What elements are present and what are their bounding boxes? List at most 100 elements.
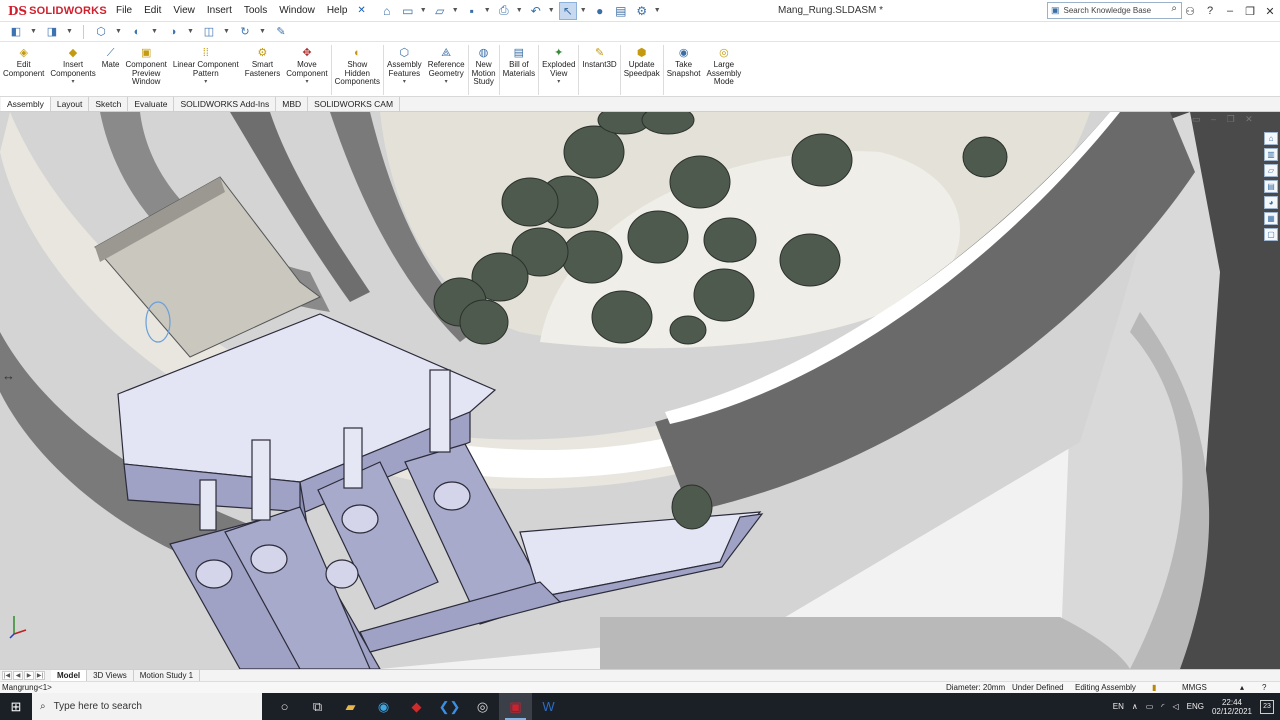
- ribbon-linear-pattern[interactable]: ⁞⁞ Linear Component Pattern ▾: [170, 42, 242, 86]
- rebuild-icon[interactable]: ◧: [8, 25, 24, 39]
- chevron-down-icon[interactable]: ▼: [66, 28, 74, 35]
- ribbon-move-component[interactable]: ✥ Move Component ▾: [283, 42, 330, 86]
- tab-evaluate[interactable]: Evaluate: [128, 97, 175, 111]
- ribbon-component-preview[interactable]: ▣ Component Preview Window: [123, 42, 170, 87]
- design-library-icon[interactable]: ▥: [1264, 148, 1278, 161]
- taskbar-clock[interactable]: 22:44 02/12/2021: [1212, 698, 1252, 716]
- ribbon-edit-component[interactable]: ◈ Edit Component: [0, 42, 47, 78]
- user-icon[interactable]: ⚇: [1180, 5, 1200, 18]
- wifi-icon[interactable]: ◜: [1161, 702, 1164, 711]
- chevron-down-icon[interactable]: ▾: [557, 78, 560, 86]
- chevron-down-icon[interactable]: ▼: [484, 7, 492, 14]
- prev-tab-icon[interactable]: ◀: [13, 671, 23, 680]
- chevron-down-icon[interactable]: ▼: [115, 28, 123, 35]
- restore-icon[interactable]: ❐: [1240, 5, 1260, 18]
- options-gear-icon[interactable]: ⚙: [633, 2, 651, 20]
- ribbon-instant3d[interactable]: ✎ Instant3D: [579, 42, 619, 70]
- tab-sketch[interactable]: Sketch: [89, 97, 129, 111]
- solidworks-resources-icon[interactable]: ⌂: [1264, 132, 1278, 145]
- chevron-up-icon[interactable]: ∧: [1132, 702, 1138, 711]
- chevron-down-icon[interactable]: ▾: [445, 78, 448, 86]
- open-folder-icon[interactable]: ▱: [431, 2, 449, 20]
- chevron-down-icon[interactable]: ▾: [72, 78, 75, 86]
- custom-properties-icon[interactable]: ▦: [1264, 212, 1278, 225]
- tab-assembly[interactable]: Assembly: [1, 97, 51, 111]
- ribbon-insert-components[interactable]: ◆ Insert Components ▾: [47, 42, 98, 86]
- help-icon[interactable]: ?: [1200, 5, 1220, 17]
- menu-window[interactable]: Window: [273, 0, 321, 22]
- sketch-tool-icon[interactable]: ✎: [273, 25, 289, 39]
- viewport-split-icon[interactable]: ▭: [1192, 114, 1201, 124]
- file-explorer-icon[interactable]: ▰: [334, 693, 367, 720]
- ribbon-reference-geometry[interactable]: ⟁ Reference Geometry ▾: [425, 42, 468, 86]
- chrome-icon[interactable]: ◎: [466, 693, 499, 720]
- taskbar-search-input[interactable]: Type here to search: [54, 701, 142, 712]
- windows-start-icon[interactable]: ⊞: [0, 693, 32, 720]
- ribbon-assembly-features[interactable]: ⬡ Assembly Features ▾: [384, 42, 425, 86]
- search-input[interactable]: Search Knowledge Base: [1064, 6, 1152, 15]
- menu-edit[interactable]: Edit: [138, 0, 167, 22]
- volume-icon[interactable]: ◁: [1172, 702, 1178, 711]
- status-help-icon[interactable]: ?: [1262, 683, 1266, 692]
- chevron-down-icon[interactable]: ▼: [654, 7, 662, 14]
- tab-layout[interactable]: Layout: [51, 97, 90, 111]
- minimize-icon[interactable]: –: [1220, 5, 1240, 17]
- edge-browser-icon[interactable]: ◉: [367, 693, 400, 720]
- chevron-down-icon[interactable]: ▼: [30, 28, 38, 35]
- view-palette-icon[interactable]: ▤: [1264, 180, 1278, 193]
- home-icon[interactable]: ⌂: [378, 2, 396, 20]
- chevron-down-icon[interactable]: ▼: [516, 7, 524, 14]
- viewport-close-icon[interactable]: ✕: [1245, 114, 1253, 124]
- menu-file[interactable]: File: [110, 0, 138, 22]
- chevron-down-icon[interactable]: ▼: [580, 7, 588, 14]
- close-icon[interactable]: ✕: [1260, 5, 1280, 18]
- search-icon[interactable]: ⌕: [1171, 3, 1177, 14]
- ribbon-take-snapshot[interactable]: ◉ Take Snapshot: [664, 42, 704, 78]
- resize-handle-icon[interactable]: ↔: [2, 368, 15, 383]
- ribbon-show-hidden[interactable]: ◐ Show Hidden Components: [332, 42, 383, 87]
- tab-solidworks-addins[interactable]: SOLIDWORKS Add-Ins: [174, 97, 277, 111]
- section-view-icon[interactable]: ◫: [201, 25, 217, 39]
- menu-insert[interactable]: Insert: [201, 0, 238, 22]
- chevron-down-icon[interactable]: ▼: [452, 7, 460, 14]
- undo-icon[interactable]: ↶: [527, 2, 545, 20]
- car-app-icon[interactable]: ◆: [400, 693, 433, 720]
- rebuild-status-icon[interactable]: ▮: [1152, 683, 1156, 692]
- taskbar-search[interactable]: ⌕ Type here to search: [32, 693, 262, 720]
- notification-center-icon[interactable]: 23: [1260, 699, 1274, 714]
- ribbon-update-speedpak[interactable]: ⬢ Update Speedpak: [621, 42, 663, 78]
- display-style-icon[interactable]: ◨: [44, 25, 60, 39]
- cortana-icon[interactable]: ○: [268, 693, 301, 720]
- ribbon-mate[interactable]: ⟋ Mate: [99, 42, 123, 70]
- file-explorer-icon[interactable]: ▱: [1264, 164, 1278, 177]
- task-view-icon[interactable]: ⧉: [301, 693, 334, 720]
- last-tab-icon[interactable]: ▶|: [35, 671, 45, 680]
- next-tab-icon[interactable]: ▶: [24, 671, 34, 680]
- ribbon-large-assembly-mode[interactable]: ◎ Large Assembly Mode: [704, 42, 745, 87]
- traffic-light-icon[interactable]: ●: [591, 2, 609, 20]
- chevron-down-icon[interactable]: ▼: [223, 28, 231, 35]
- chevron-down-icon[interactable]: ▼: [420, 7, 428, 14]
- new-document-icon[interactable]: ▭: [399, 2, 417, 20]
- tab-mbd[interactable]: MBD: [276, 97, 309, 111]
- word-icon[interactable]: W: [532, 693, 565, 720]
- ribbon-new-motion-study[interactable]: ◍ New Motion Study: [469, 42, 499, 87]
- menu-tools[interactable]: Tools: [238, 0, 273, 22]
- tab-model[interactable]: Model: [51, 670, 88, 681]
- solidworks-taskbar-icon[interactable]: ▣: [499, 693, 532, 720]
- viewport-restore-icon[interactable]: ❐: [1227, 114, 1235, 124]
- tab-3d-views[interactable]: 3D Views: [87, 670, 134, 681]
- graphics-viewport[interactable]: ⌕ ⊕ ↺ ◫ ⬡ ◧ ◐ ◑ ◒ ▦ ▭ – ❐ ✕ ⌂ ▥ ▱ ▤ ◕ ▦ …: [0, 112, 1280, 669]
- appearances-icon[interactable]: ◕: [1264, 196, 1278, 209]
- chevron-down-icon[interactable]: ▾: [403, 78, 406, 86]
- chevron-down-icon[interactable]: ▼: [259, 28, 267, 35]
- print-icon[interactable]: ⎙: [495, 2, 513, 20]
- ribbon-bill-of-materials[interactable]: ▤ Bill of Materials: [500, 42, 538, 78]
- language-en[interactable]: EN: [1113, 702, 1124, 711]
- solidworks-logo[interactable]: DS SOLIDWORKS: [0, 4, 110, 18]
- viewport-minimize-icon[interactable]: –: [1211, 114, 1216, 124]
- file-properties-icon[interactable]: ▤: [612, 2, 630, 20]
- rotate-view-icon[interactable]: ↻: [237, 25, 253, 39]
- visual-studio-code-icon[interactable]: ❮❯: [433, 693, 466, 720]
- assembly-3d-model[interactable]: [0, 112, 1280, 669]
